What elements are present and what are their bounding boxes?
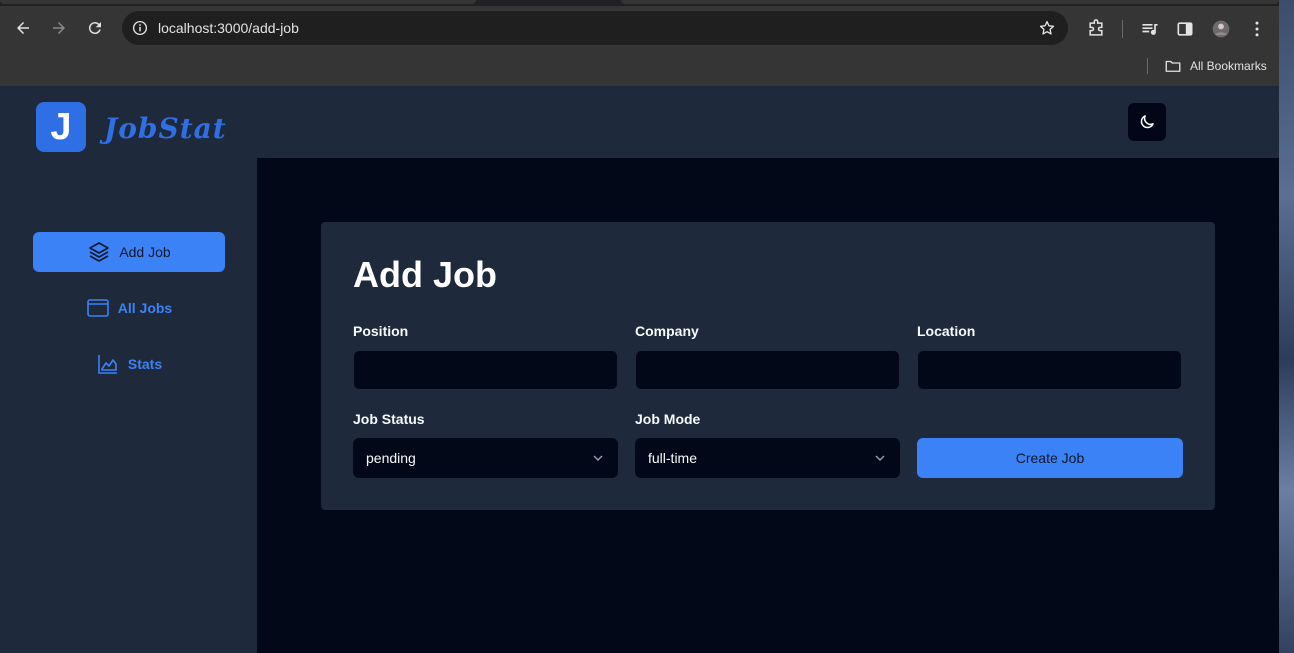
sidebar: Add Job All Jobs Stats xyxy=(0,158,257,653)
app-window-icon xyxy=(86,299,109,317)
folder-icon xyxy=(1165,60,1181,72)
bookmarks-bar: All Bookmarks xyxy=(0,50,1279,86)
tab[interactable] xyxy=(0,0,476,4)
reload-button[interactable] xyxy=(83,16,107,40)
sidebar-item-label: Stats xyxy=(127,356,163,372)
bookmark-star-icon[interactable] xyxy=(1038,19,1056,37)
tab[interactable] xyxy=(621,0,1279,4)
app-header: J JobStat xyxy=(0,86,1279,158)
arrow-left-icon xyxy=(17,22,29,34)
side-panel-button[interactable] xyxy=(1175,19,1195,39)
puzzle-icon xyxy=(1089,19,1103,36)
company-input[interactable] xyxy=(635,350,900,390)
chevron-down-icon xyxy=(875,455,885,461)
app-root: J JobStat Add Job All Jobs Stats Add Job… xyxy=(0,86,1279,653)
bookmarks-separator xyxy=(1147,58,1148,74)
area-chart-icon xyxy=(98,355,117,374)
sidebar-item-stats[interactable]: Stats xyxy=(33,344,225,384)
desktop-background xyxy=(1279,0,1294,653)
back-button[interactable] xyxy=(11,16,35,40)
layers-icon xyxy=(89,242,110,262)
logo-text[interactable]: JobStat xyxy=(104,112,227,145)
sidebar-item-label: All Jobs xyxy=(117,300,173,316)
browser-chrome: localhost:3000/add-job All Bookmarks xyxy=(0,0,1279,86)
arrow-right-icon xyxy=(53,22,65,34)
theme-toggle-button[interactable] xyxy=(1128,103,1166,141)
job-status-label: Job Status xyxy=(353,411,425,427)
job-status-select[interactable]: pending xyxy=(353,438,618,478)
browser-menu-button[interactable] xyxy=(1247,19,1267,39)
all-bookmarks-label: All Bookmarks xyxy=(1190,59,1267,73)
job-status-value: pending xyxy=(366,450,416,466)
queue-music-icon xyxy=(1142,24,1158,35)
add-job-form: Add Job Position Company Location Job St… xyxy=(321,222,1215,510)
moon-icon xyxy=(1140,115,1154,129)
position-input[interactable] xyxy=(353,350,618,390)
extensions-button[interactable] xyxy=(1086,19,1106,39)
job-mode-label: Job Mode xyxy=(635,411,701,427)
site-info-icon[interactable] xyxy=(131,19,149,37)
logo-badge[interactable]: J xyxy=(36,102,86,152)
profile-avatar[interactable] xyxy=(1211,19,1231,39)
avatar-icon xyxy=(1212,20,1230,38)
job-mode-select[interactable]: full-time xyxy=(635,438,900,478)
more-vert-icon xyxy=(1255,21,1259,37)
all-bookmarks-button[interactable]: All Bookmarks xyxy=(1164,56,1267,76)
position-label: Position xyxy=(353,323,409,339)
url-text[interactable]: localhost:3000/add-job xyxy=(158,20,299,36)
sidebar-item-label: Add Job xyxy=(119,244,171,260)
browser-toolbar: localhost:3000/add-job xyxy=(0,6,1279,50)
address-bar[interactable]: localhost:3000/add-job xyxy=(122,11,1068,45)
reload-icon xyxy=(88,22,101,35)
page-title: Add Job xyxy=(353,254,497,295)
create-job-button[interactable]: Create Job xyxy=(917,438,1183,478)
toolbar-separator xyxy=(1122,20,1123,38)
location-input[interactable] xyxy=(917,350,1182,390)
sidebar-item-add-job[interactable]: Add Job xyxy=(33,232,225,272)
job-mode-value: full-time xyxy=(648,450,698,466)
location-label: Location xyxy=(917,323,976,339)
company-label: Company xyxy=(635,323,699,339)
main-content: Add Job Position Company Location Job St… xyxy=(257,158,1279,653)
sidebar-item-all-jobs[interactable]: All Jobs xyxy=(33,288,225,328)
media-controls-button[interactable] xyxy=(1140,19,1160,39)
chevron-down-icon xyxy=(593,455,603,461)
side-panel-icon xyxy=(1177,22,1193,36)
forward-button[interactable] xyxy=(47,16,71,40)
